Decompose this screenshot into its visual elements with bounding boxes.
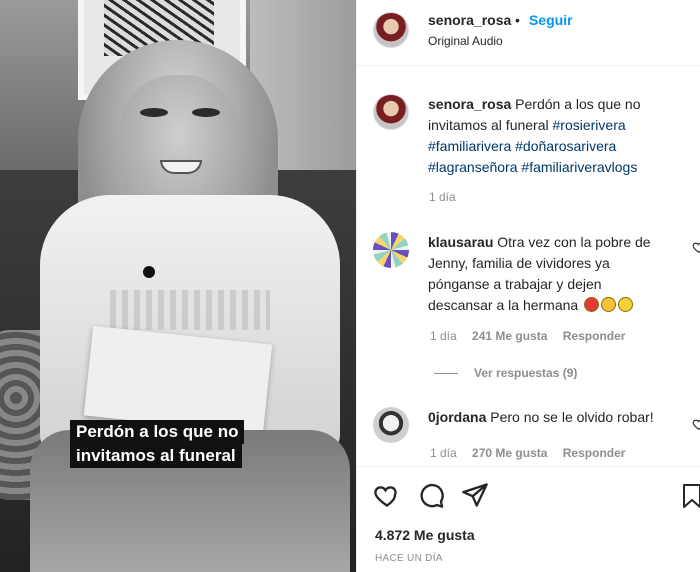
caption-username[interactable]: senora_rosa xyxy=(428,96,511,112)
comment-text: 0jordana Pero no se le olvido robar! xyxy=(428,407,658,428)
comment-icon[interactable] xyxy=(417,481,445,509)
post-time-ago[interactable]: HACE UN DÍA xyxy=(375,553,443,564)
post-footer: 4.872 Me gusta HACE UN DÍA xyxy=(357,466,700,572)
view-replies-button[interactable]: Ver respuestas (9) xyxy=(434,366,577,380)
comment-time[interactable]: 1 día xyxy=(430,446,457,460)
video-caption-overlay: Perdón a los que no invitamos al funeral xyxy=(70,418,276,470)
comment-text: klausarau Otra vez con la pobre de Jenny… xyxy=(428,232,658,316)
hashtag-link[interactable]: #familiariveravlogs xyxy=(521,159,637,175)
angry-face-icon xyxy=(584,297,600,312)
view-replies-label[interactable]: Ver respuestas (9) xyxy=(474,366,577,380)
like-heart-icon[interactable] xyxy=(373,481,401,509)
person-eye-right xyxy=(192,108,220,117)
author-username[interactable]: senora_rosa xyxy=(428,12,511,28)
shirt-print xyxy=(110,290,270,330)
save-bookmark-icon[interactable] xyxy=(680,483,700,509)
replies-divider xyxy=(434,372,458,374)
person-eye-left xyxy=(140,108,168,117)
author-avatar[interactable] xyxy=(373,12,409,48)
commenter-avatar[interactable] xyxy=(373,232,409,268)
hashtag-link[interactable]: #doñarosarivera xyxy=(515,138,616,154)
caption-avatar[interactable] xyxy=(373,94,409,130)
post-video[interactable]: Perdón a los que no invitamos al funeral xyxy=(0,0,356,572)
video-caption-line-2: invitamos al funeral xyxy=(70,444,242,468)
action-bar xyxy=(373,481,489,509)
reply-button[interactable]: Responder xyxy=(563,446,626,460)
likes-count[interactable]: 4.872 Me gusta xyxy=(375,527,475,543)
caption-time[interactable]: 1 día xyxy=(429,190,456,204)
comment-like-heart-icon[interactable] xyxy=(692,240,700,254)
reply-button[interactable]: Responder xyxy=(563,329,626,343)
eye-roll-face-icon xyxy=(618,297,634,312)
comment-meta: 1 día 270 Me gusta Responder xyxy=(430,446,637,460)
comment-likes[interactable]: 241 Me gusta xyxy=(472,329,547,343)
post-header: senora_rosa • Seguir Original Audio xyxy=(357,0,700,66)
share-send-icon[interactable] xyxy=(461,481,489,509)
hashtag-link[interactable]: #rosierivera xyxy=(553,117,626,133)
hashtag-link[interactable]: #familiarivera xyxy=(428,138,511,154)
video-caption-line-1: Perdón a los que no xyxy=(70,420,245,444)
comment-time[interactable]: 1 día xyxy=(430,329,457,343)
unamused-face-icon xyxy=(601,297,617,312)
comment-like-heart-icon[interactable] xyxy=(692,417,700,431)
header-separator: • xyxy=(515,12,520,28)
comment-body: Pero no se le olvido robar! xyxy=(490,409,654,425)
lapel-mic xyxy=(143,266,155,278)
commenter-avatar[interactable] xyxy=(373,407,409,443)
post-panel: senora_rosa • Seguir Original Audio seno… xyxy=(356,0,700,572)
comment-likes[interactable]: 270 Me gusta xyxy=(472,446,547,460)
audio-label[interactable]: Original Audio xyxy=(428,34,503,48)
follow-button[interactable]: Seguir xyxy=(529,12,573,28)
commenter-username[interactable]: klausarau xyxy=(428,234,493,250)
caption-text: senora_rosa Perdón a los que no invitamo… xyxy=(428,94,683,178)
commenter-username[interactable]: 0jordana xyxy=(428,409,486,425)
hashtag-link[interactable]: #lagranseñora xyxy=(428,159,518,175)
comment-meta: 1 día 241 Me gusta Responder xyxy=(430,329,637,343)
